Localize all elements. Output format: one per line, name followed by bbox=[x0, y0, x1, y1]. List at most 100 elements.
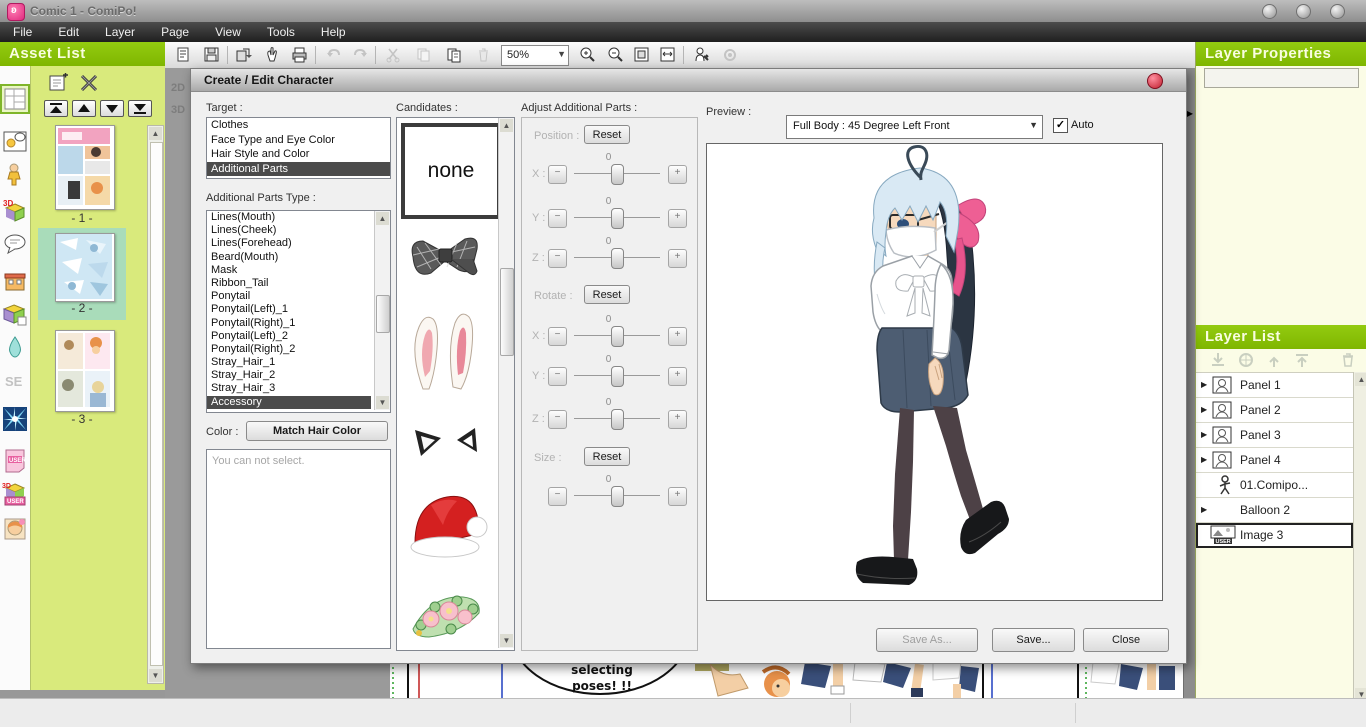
scroll-down-icon[interactable]: ▼ bbox=[149, 669, 162, 682]
target-listbox[interactable]: ClothesFace Type and Eye ColorHair Style… bbox=[206, 117, 391, 179]
scrollbar-thumb[interactable] bbox=[150, 142, 163, 666]
zoom-in-icon[interactable] bbox=[577, 45, 599, 65]
parts-type-item[interactable]: Mask bbox=[207, 264, 371, 277]
asset-category-3d-item[interactable]: 3D bbox=[2, 198, 28, 224]
menu-item[interactable]: File bbox=[0, 22, 45, 42]
parts-type-listbox[interactable]: Lines(Mouth)Lines(Cheek)Lines(Forehead)B… bbox=[206, 210, 391, 413]
candidate-flower-wreath[interactable] bbox=[401, 585, 493, 647]
asset-list-scrollbar[interactable]: ▲ ▼ bbox=[147, 125, 164, 684]
slider-track[interactable] bbox=[574, 495, 660, 496]
size-reset-button[interactable]: Reset bbox=[584, 447, 630, 466]
parts-type-item[interactable]: Stray_Hair_3 bbox=[207, 382, 371, 395]
increment-button[interactable]: + bbox=[668, 327, 687, 346]
layer-row-balloon[interactable]: ▶ Balloon 2 bbox=[1196, 498, 1353, 523]
settings-icon[interactable] bbox=[719, 45, 741, 65]
save-icon[interactable] bbox=[201, 45, 223, 65]
scroll-up-icon[interactable]: ▲ bbox=[1355, 373, 1366, 386]
asset-category-user-image[interactable]: USER bbox=[2, 448, 28, 474]
paste-icon[interactable] bbox=[443, 45, 465, 65]
layer-row-image[interactable]: USER Image 3 bbox=[1196, 523, 1353, 548]
target-item[interactable]: Additional Parts bbox=[207, 162, 390, 177]
scrollbar-thumb[interactable] bbox=[500, 268, 514, 356]
expand-icon[interactable]: ▶ bbox=[1201, 380, 1207, 389]
fit-page-icon[interactable] bbox=[631, 45, 653, 65]
asset-category-background[interactable] bbox=[2, 268, 28, 294]
match-hair-color-button[interactable]: Match Hair Color bbox=[246, 421, 388, 441]
slider-thumb[interactable] bbox=[611, 164, 624, 185]
layer-row-panel-1[interactable]: ▶ Panel 1 bbox=[1196, 373, 1353, 398]
asset-category-comic-panel[interactable] bbox=[2, 128, 28, 154]
asset-category-character[interactable] bbox=[2, 161, 28, 187]
slider-thumb[interactable] bbox=[611, 486, 624, 507]
pan-hand-icon[interactable] bbox=[261, 45, 283, 65]
auto-checkbox[interactable]: ✓ bbox=[1053, 118, 1068, 133]
move-page-top-button[interactable] bbox=[44, 100, 68, 117]
move-page-bottom-button[interactable] bbox=[128, 100, 152, 117]
page-thumbnail-3[interactable] bbox=[55, 330, 115, 412]
decrement-button[interactable]: − bbox=[548, 367, 567, 386]
parts-type-item[interactable]: Ponytail(Left)_2 bbox=[207, 330, 371, 343]
layer-list-scrollbar[interactable]: ▲ ▼ bbox=[1353, 372, 1366, 702]
asset-category-page-template[interactable] bbox=[2, 86, 28, 112]
layer-move-icon[interactable] bbox=[1236, 351, 1256, 369]
parts-type-item[interactable]: Ponytail bbox=[207, 290, 371, 303]
minimize-button[interactable] bbox=[1262, 4, 1277, 19]
scroll-down-icon[interactable]: ▼ bbox=[500, 634, 513, 647]
asset-category-sound-effect[interactable]: SE bbox=[2, 368, 28, 394]
scroll-up-icon[interactable]: ▲ bbox=[500, 119, 513, 132]
decrement-button[interactable]: − bbox=[548, 249, 567, 268]
slider-track[interactable] bbox=[574, 418, 660, 419]
layer-row-panel-4[interactable]: ▶ Panel 4 bbox=[1196, 448, 1353, 473]
page-thumbnail-2[interactable] bbox=[55, 233, 115, 302]
slider-thumb[interactable] bbox=[611, 208, 624, 229]
candidate-santa-hat[interactable] bbox=[401, 481, 493, 573]
slider-track[interactable] bbox=[574, 173, 660, 174]
layer-move-down-icon[interactable] bbox=[1208, 351, 1228, 369]
scroll-down-icon[interactable]: ▼ bbox=[376, 396, 389, 409]
save-as-button[interactable]: Save As... bbox=[876, 628, 978, 652]
slider-track[interactable] bbox=[574, 257, 660, 258]
fit-width-icon[interactable] bbox=[657, 45, 679, 65]
menu-item[interactable]: Help bbox=[308, 22, 359, 42]
save-button[interactable]: Save... bbox=[992, 628, 1075, 652]
decrement-button[interactable]: − bbox=[548, 327, 567, 346]
menu-item[interactable]: Layer bbox=[92, 22, 148, 42]
decrement-button[interactable]: − bbox=[548, 410, 567, 429]
slider-thumb[interactable] bbox=[611, 326, 624, 347]
expand-icon[interactable]: ▶ bbox=[1201, 430, 1207, 439]
parts-type-item[interactable]: Lines(Cheek) bbox=[207, 224, 371, 237]
layer-row-panel-3[interactable]: ▶ Panel 3 bbox=[1196, 423, 1353, 448]
menu-item[interactable]: Tools bbox=[254, 22, 308, 42]
expand-icon[interactable]: ▶ bbox=[1201, 455, 1207, 464]
add-page-button[interactable] bbox=[48, 73, 70, 93]
target-item[interactable]: Hair Style and Color bbox=[207, 147, 390, 162]
target-item[interactable]: Clothes bbox=[207, 118, 390, 133]
decrement-button[interactable]: − bbox=[548, 209, 567, 228]
zoom-level-combobox[interactable]: 50% ▼ bbox=[501, 45, 569, 66]
print-icon[interactable] bbox=[289, 45, 311, 65]
increment-button[interactable]: + bbox=[668, 209, 687, 228]
expand-icon[interactable]: ▶ bbox=[1201, 405, 1207, 414]
slider-track[interactable] bbox=[574, 375, 660, 376]
layer-row-panel-2[interactable]: ▶ Panel 2 bbox=[1196, 398, 1353, 423]
layer-delete-icon[interactable] bbox=[1338, 351, 1358, 369]
move-page-up-button[interactable] bbox=[72, 100, 96, 117]
asset-category-tone[interactable] bbox=[2, 334, 28, 360]
scrollbar-thumb[interactable] bbox=[376, 295, 390, 333]
parts-type-item[interactable]: Beard(Mouth) bbox=[207, 251, 371, 264]
scroll-up-icon[interactable]: ▲ bbox=[149, 127, 162, 140]
move-page-down-button[interactable] bbox=[100, 100, 124, 117]
parts-type-scrollbar[interactable]: ▲ ▼ bbox=[374, 211, 390, 410]
zoom-out-icon[interactable] bbox=[605, 45, 627, 65]
slider-thumb[interactable] bbox=[611, 248, 624, 269]
asset-category-user-character[interactable] bbox=[2, 516, 28, 542]
parts-type-item[interactable]: Ponytail(Right)_1 bbox=[207, 317, 371, 330]
slider-thumb[interactable] bbox=[611, 366, 624, 387]
page-setup-icon[interactable] bbox=[173, 45, 195, 65]
candidate-bunny-ears[interactable] bbox=[401, 311, 493, 396]
target-item[interactable]: Face Type and Eye Color bbox=[207, 133, 390, 148]
redo-icon[interactable] bbox=[349, 45, 371, 65]
delete-page-button[interactable] bbox=[78, 73, 100, 93]
parts-type-item[interactable]: Ponytail(Right)_2 bbox=[207, 343, 371, 356]
parts-type-item[interactable]: Stray_Hair_2 bbox=[207, 369, 371, 382]
